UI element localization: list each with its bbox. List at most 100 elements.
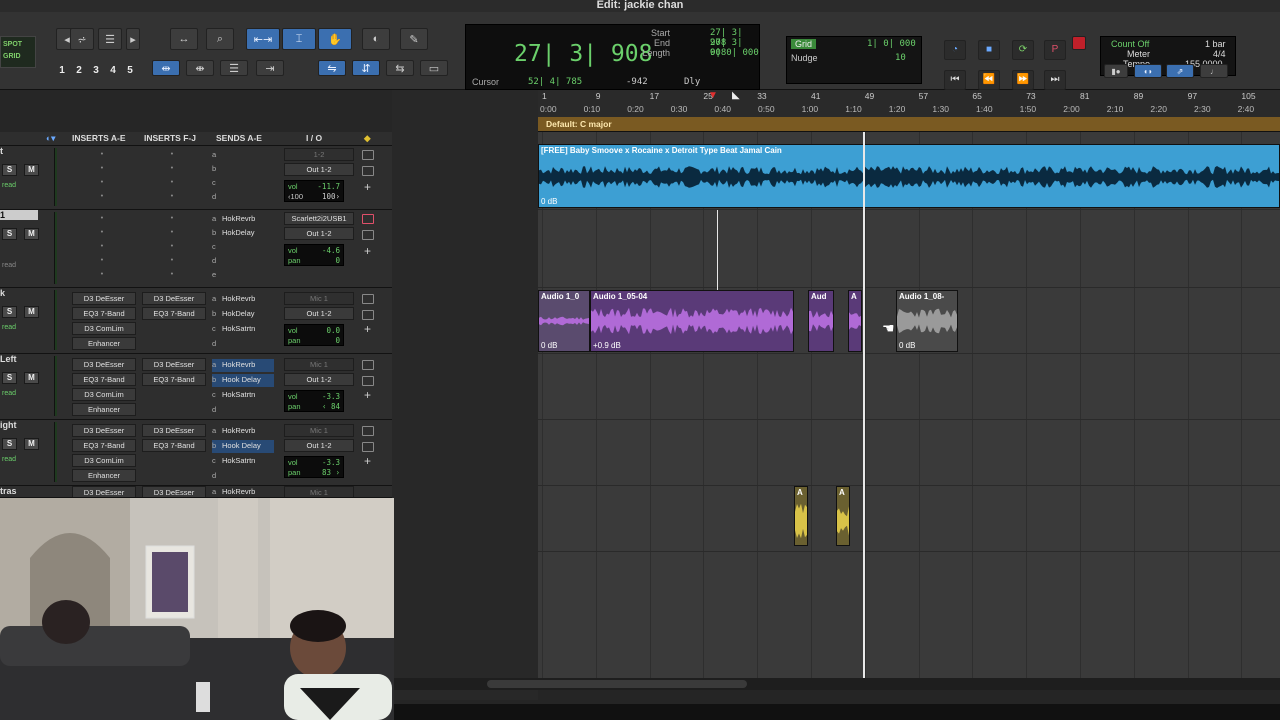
track-name[interactable]: Left bbox=[0, 354, 17, 364]
send-slot-c[interactable]: c bbox=[212, 241, 274, 254]
selector-tool-icon[interactable]: ⌶ bbox=[282, 28, 316, 50]
zoomer-icon[interactable]: ↔ bbox=[170, 28, 198, 50]
solo-button[interactable]: S bbox=[2, 306, 17, 318]
insertion-follows-icon[interactable]: ☰ bbox=[220, 60, 248, 76]
mute-button[interactable]: M bbox=[24, 164, 39, 176]
add-icon[interactable]: + bbox=[364, 454, 371, 468]
send-slot-a[interactable]: a HokRevrb bbox=[212, 293, 274, 306]
send-slot-d[interactable]: d bbox=[212, 470, 274, 483]
audio-clip-vocal[interactable]: Aud bbox=[808, 290, 834, 352]
send-slot-b[interactable]: b Hook Delay bbox=[212, 440, 274, 453]
zoom-toggle-icon[interactable]: ▭ bbox=[420, 60, 448, 76]
output-window-icon[interactable] bbox=[362, 294, 374, 304]
edit-mode-selector[interactable]: SPOT GRID bbox=[0, 36, 36, 68]
insert-slot[interactable]: • bbox=[140, 190, 204, 203]
nudge-value[interactable]: 10 bbox=[895, 53, 906, 63]
insert-plugin[interactable]: EQ3 7-Band bbox=[142, 373, 206, 386]
send-slot-d[interactable]: d bbox=[212, 338, 274, 351]
zoom-preset-2[interactable]: 2 bbox=[72, 64, 86, 78]
insert-slot[interactable]: • bbox=[70, 212, 134, 225]
zoom-preset-4[interactable]: 4 bbox=[106, 64, 120, 78]
solo-button[interactable]: S bbox=[2, 438, 17, 450]
send-slot-e[interactable]: e bbox=[212, 269, 274, 282]
mute-button[interactable]: M bbox=[24, 438, 39, 450]
send-slot-a[interactable]: a HokRevrb bbox=[212, 359, 274, 372]
clip-gain[interactable]: +0.9 dB bbox=[593, 341, 621, 350]
input-selector[interactable]: Mic 1 bbox=[284, 486, 354, 497]
mute-button[interactable]: M bbox=[24, 306, 39, 318]
keyboard-focus-icon[interactable]: ⇆ bbox=[386, 60, 414, 76]
insert-plugin[interactable]: D3 DeEsser bbox=[72, 424, 136, 437]
send-slot-c[interactable]: c HokSatrtn bbox=[212, 455, 274, 468]
playhead-marker-icon[interactable]: ▼ bbox=[708, 91, 718, 101]
output-selector[interactable]: Out 1-2 bbox=[284, 307, 354, 320]
metronome-icon[interactable]: ♩ bbox=[1200, 64, 1228, 78]
automation-mode[interactable]: read bbox=[2, 390, 16, 397]
send-slot-b[interactable]: b HokDelay bbox=[212, 308, 274, 321]
insert-slot[interactable]: • bbox=[140, 226, 204, 239]
automation-mode[interactable]: read bbox=[2, 324, 16, 331]
track-name[interactable]: k bbox=[0, 288, 5, 298]
insert-plugin[interactable]: D3 ComLim bbox=[72, 388, 136, 401]
audio-clip-vocal[interactable]: Audio 1_08- 0 dB bbox=[896, 290, 958, 352]
mute-button[interactable]: M bbox=[24, 372, 39, 384]
insert-slot[interactable]: • bbox=[140, 212, 204, 225]
grabber-tool-icon[interactable]: ✋ bbox=[318, 28, 352, 50]
input-selector[interactable]: Mic 1 bbox=[284, 292, 354, 305]
output-window-icon[interactable] bbox=[362, 166, 374, 176]
length-value[interactable]: 0| 0| 000 bbox=[710, 48, 759, 58]
insert-plugin[interactable]: D3 DeEsser bbox=[142, 424, 206, 437]
count-off-label[interactable]: Count Off bbox=[1111, 39, 1149, 49]
meter-value[interactable]: 4/4 bbox=[1213, 49, 1226, 59]
volume-pan-display[interactable]: vol -11.7 ‹100 100› bbox=[284, 180, 344, 202]
go-to-end-icon[interactable]: ⏭ bbox=[1044, 70, 1066, 90]
send-slot-c[interactable]: c HokSatrtn bbox=[212, 323, 274, 336]
add-icon[interactable]: + bbox=[364, 180, 371, 194]
insert-slot[interactable]: • bbox=[140, 176, 204, 189]
insert-plugin[interactable]: Enhancer bbox=[72, 469, 136, 482]
grid-value[interactable]: 1| 0| 000 bbox=[867, 39, 916, 49]
output-window-icon[interactable] bbox=[362, 376, 374, 386]
click-icon[interactable]: ◖◗ bbox=[1134, 64, 1162, 78]
solo-button[interactable]: S bbox=[2, 164, 17, 176]
solo-button[interactable]: S bbox=[2, 228, 17, 240]
horizontal-scrollbar[interactable] bbox=[392, 678, 1280, 690]
waveform-zoom-icon[interactable]: ⩫ bbox=[70, 28, 94, 50]
insert-plugin[interactable]: EQ3 7-Band bbox=[72, 373, 136, 386]
fast-forward-icon[interactable]: ⏩ bbox=[1012, 70, 1034, 90]
insert-slot[interactable]: • bbox=[70, 148, 134, 161]
output-selector[interactable]: Out 1-2 bbox=[284, 439, 354, 452]
insert-slot[interactable]: • bbox=[140, 268, 204, 281]
timeline-rulers[interactable]: 1 9 17 25 33 41 49 57 65 73 81 89 97 105 0:00 0:10 0:20… bbox=[538, 90, 1280, 132]
output-window-icon[interactable] bbox=[362, 150, 374, 160]
automation-follows-icon[interactable]: ⇵ bbox=[352, 60, 380, 76]
insert-slot[interactable]: • bbox=[70, 162, 134, 175]
track-name[interactable]: t bbox=[0, 146, 3, 156]
automation-mode[interactable]: read bbox=[2, 182, 16, 189]
send-slot-d[interactable]: d bbox=[212, 191, 274, 204]
conductor-icon[interactable]: ⇗ bbox=[1166, 64, 1194, 78]
insert-plugin[interactable]: EQ3 7-Band bbox=[72, 439, 136, 452]
delay-compensation[interactable]: Dly bbox=[684, 77, 700, 87]
insert-plugin[interactable]: Enhancer bbox=[72, 337, 136, 350]
volume-pan-display[interactable]: vol -3.3 pan ‹ 84 bbox=[284, 390, 344, 412]
solo-button[interactable]: S bbox=[2, 372, 17, 384]
send-slot-c[interactable]: c bbox=[212, 177, 274, 190]
audio-clip-adlib[interactable]: A bbox=[794, 486, 808, 546]
zoom-in-icon[interactable]: ▸ bbox=[126, 28, 140, 50]
edit-tracks-area[interactable]: [FREE] Baby Smoove x Rocaine x Detroit T… bbox=[538, 132, 1280, 678]
send-slot-c[interactable]: c HokSatrtn bbox=[212, 389, 274, 402]
insert-plugin[interactable]: D3 ComLim bbox=[72, 322, 136, 335]
insert-slot[interactable]: • bbox=[70, 240, 134, 253]
insert-plugin[interactable]: D3 DeEsser bbox=[142, 486, 206, 497]
input-selector[interactable]: Mic 1 bbox=[284, 424, 354, 437]
stop-icon[interactable]: ■ bbox=[978, 40, 1000, 60]
audio-clip-beat[interactable]: [FREE] Baby Smoove x Rocaine x Detroit T… bbox=[538, 144, 1280, 208]
track-lane-left[interactable] bbox=[538, 354, 1280, 420]
play-loop-icon[interactable]: ⟳ bbox=[1012, 40, 1034, 60]
zoom-preset-5[interactable]: 5 bbox=[123, 64, 137, 78]
insert-slot[interactable]: • bbox=[140, 162, 204, 175]
output-window-icon[interactable] bbox=[362, 310, 374, 320]
insert-slot[interactable]: • bbox=[140, 254, 204, 267]
track-lane-record[interactable] bbox=[538, 210, 1280, 288]
